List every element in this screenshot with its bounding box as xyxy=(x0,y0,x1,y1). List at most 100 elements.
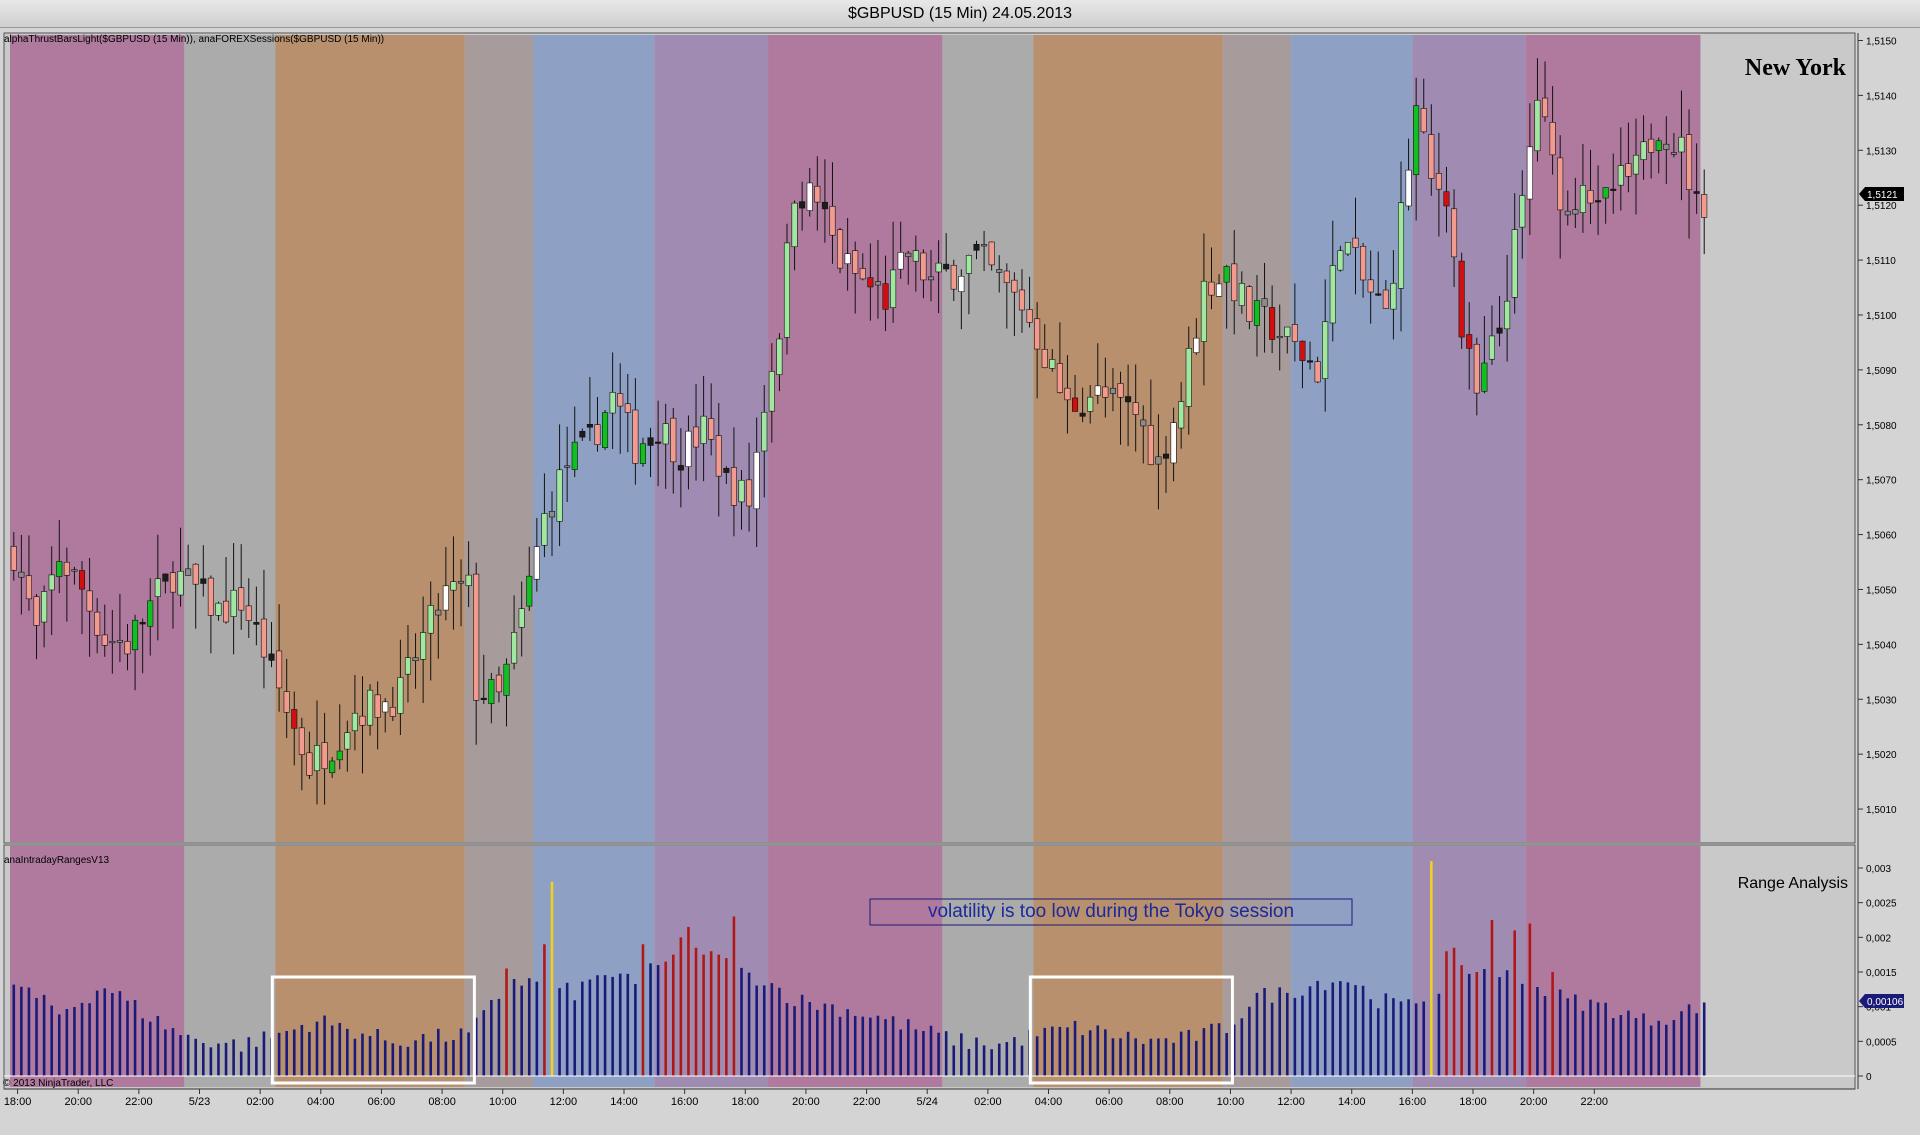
candle-body xyxy=(192,563,199,585)
price-tick-label: 1,5090 xyxy=(1866,366,1897,377)
candle-body xyxy=(260,618,267,658)
candle-body xyxy=(1663,143,1670,150)
candle-body xyxy=(306,752,313,776)
chart-window: $GBPUSD (15 Min) 24.05.2013 1,5010 1,5020… xyxy=(0,0,1920,1135)
candle-body xyxy=(33,596,40,626)
candle-body xyxy=(18,571,25,578)
candle-body xyxy=(571,441,578,470)
candle-body xyxy=(844,253,851,265)
candle-body xyxy=(905,252,912,257)
current-range-marker: 0,00106 xyxy=(1859,994,1904,1008)
candle-body xyxy=(1617,165,1624,186)
candle-body xyxy=(586,424,593,428)
candle[interactable] xyxy=(602,409,609,450)
candle-body xyxy=(1018,289,1026,311)
candle-body xyxy=(473,573,480,701)
session-band xyxy=(184,846,276,1087)
candle-body xyxy=(1390,282,1397,310)
candle-body xyxy=(1147,425,1154,465)
candle[interactable] xyxy=(783,223,791,355)
time-tick-label: 20:00 xyxy=(1520,1096,1548,1108)
candle-body xyxy=(1034,318,1041,350)
time-tick-label: 18:00 xyxy=(1459,1096,1487,1108)
time-tick-label: 22:00 xyxy=(853,1096,881,1108)
session-band xyxy=(1222,35,1292,842)
candle-body xyxy=(41,591,48,623)
candle-body xyxy=(101,634,108,646)
candle-body xyxy=(806,182,813,211)
candle-body xyxy=(283,691,290,713)
candle-body xyxy=(78,570,86,590)
time-tick-label: 08:00 xyxy=(428,1096,456,1108)
price-tick-label: 1,5080 xyxy=(1866,421,1897,432)
candle[interactable] xyxy=(1458,252,1465,349)
candle-body xyxy=(139,622,146,625)
candle-body xyxy=(420,632,427,660)
range-tick-label: 0,0005 xyxy=(1866,1037,1897,1048)
price-tick-label: 1,5060 xyxy=(1866,531,1897,542)
candle-body xyxy=(435,609,442,616)
candle-body xyxy=(1360,245,1367,281)
candle-body xyxy=(579,431,586,438)
candle-body xyxy=(245,605,252,621)
session-band xyxy=(942,846,1034,1087)
candle-body xyxy=(1208,281,1215,296)
candle-body xyxy=(746,479,753,507)
candle-body xyxy=(662,423,669,445)
session-band xyxy=(184,35,276,842)
price-tick-label: 1,5100 xyxy=(1866,311,1897,322)
candle-body xyxy=(700,415,707,444)
candle-body xyxy=(412,657,419,662)
candle-body xyxy=(1443,191,1450,207)
candle-body xyxy=(109,641,116,644)
candle-body xyxy=(655,441,662,444)
candle-body xyxy=(1056,363,1063,393)
candle-body xyxy=(1572,209,1579,215)
time-tick-label: 20:00 xyxy=(64,1096,92,1108)
candle-body xyxy=(132,619,139,651)
candle-body xyxy=(1397,202,1405,289)
candle-body xyxy=(715,435,722,477)
candle-body xyxy=(927,276,935,281)
candle-body xyxy=(1102,386,1109,398)
candle-body xyxy=(632,409,639,464)
candle-body xyxy=(1458,260,1465,338)
time-tick-label: 20:00 xyxy=(792,1096,820,1108)
candle-body xyxy=(1655,140,1662,151)
chart-canvas[interactable]: 1,5010 1,5020 1,5030 1,5040 1,5050 1,5060 1,50… xyxy=(0,0,1920,1135)
time-tick-label: 22:00 xyxy=(125,1096,153,1108)
range-tick-label: 0,0025 xyxy=(1866,899,1897,910)
candle-body xyxy=(1587,190,1594,204)
candle-body xyxy=(965,254,972,274)
candle-body xyxy=(488,679,495,704)
candle-body xyxy=(958,275,965,292)
candle-body xyxy=(116,639,123,643)
candle-body xyxy=(768,371,775,412)
candle-body xyxy=(1451,208,1458,258)
candle-body xyxy=(230,589,237,617)
range-tick-label: 0 xyxy=(1866,1072,1872,1083)
range-tick-label: 0,003 xyxy=(1866,864,1891,875)
candle[interactable] xyxy=(837,227,844,274)
candle-body xyxy=(1072,397,1079,412)
candle-body xyxy=(1291,324,1298,342)
candle-body xyxy=(427,605,434,634)
candle-body xyxy=(359,715,366,726)
candle-body xyxy=(1496,327,1503,334)
candle-body xyxy=(602,412,609,448)
candle-body xyxy=(495,674,502,693)
price-tick-label: 1,5050 xyxy=(1866,585,1897,596)
time-tick-label: 06:00 xyxy=(1095,1096,1123,1108)
candle-body xyxy=(48,574,55,591)
candle-body xyxy=(1420,108,1427,133)
candle-body xyxy=(1549,122,1556,156)
candle-body xyxy=(298,727,305,755)
candle-body xyxy=(1693,191,1700,194)
candle-body xyxy=(1170,422,1177,464)
candle-body xyxy=(1541,97,1549,118)
candle-body xyxy=(1314,361,1321,383)
candle-body xyxy=(1231,263,1238,302)
candle-body xyxy=(1253,300,1260,326)
candle[interactable] xyxy=(1344,242,1351,257)
candle-body xyxy=(1640,141,1647,160)
